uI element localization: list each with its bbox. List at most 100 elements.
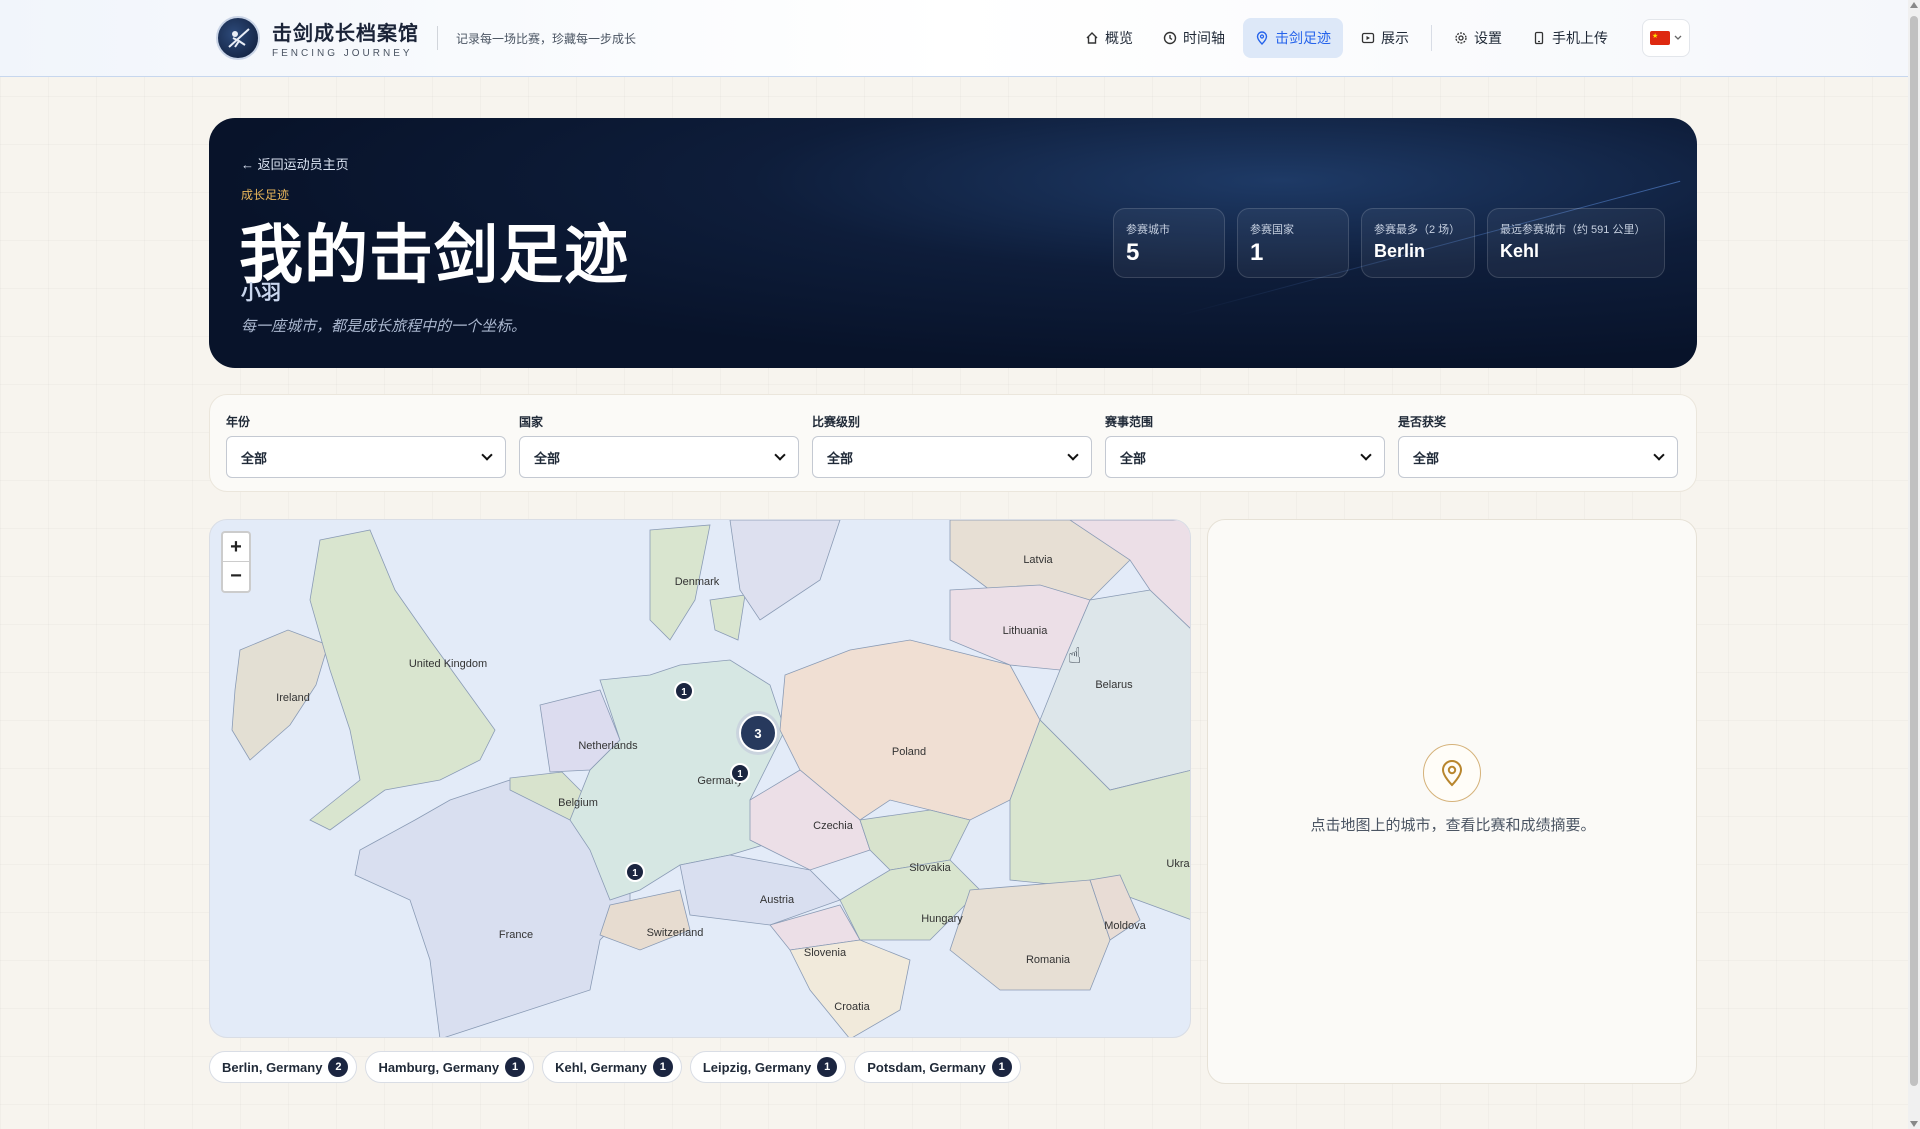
zoom-in-button[interactable]: + bbox=[223, 533, 249, 562]
map-pin-icon bbox=[1256, 31, 1268, 45]
filter-country: 国家 全部 bbox=[519, 413, 799, 478]
china-flag-icon bbox=[1650, 31, 1670, 45]
filter-panel: 年份 全部 国家 全部 比赛级别 全部 赛事范围 全部 是否获奖 全部 bbox=[209, 394, 1697, 492]
hero-description: 每一座城市，都是成长旅程中的一个坐标。 bbox=[241, 318, 527, 335]
city-detail-panel: 点击地图上的城市，查看比赛和成绩摘要。 bbox=[1207, 519, 1697, 1084]
map-canvas: Latvia Denmark Lithuania United Kingdom … bbox=[231, 520, 1190, 1037]
city-count-badge: 2 bbox=[328, 1057, 349, 1077]
marker-hamburg[interactable]: 1 bbox=[674, 681, 694, 701]
select-value: 全部 bbox=[1120, 450, 1147, 466]
select-value: 全部 bbox=[534, 450, 561, 466]
stat-card-farthest-city: 最远参赛城市（约 591 公里） Kehl bbox=[1487, 208, 1665, 278]
city-name: Kehl, Germany bbox=[555, 1059, 647, 1075]
main-nav: 概览 时间轴 击剑足迹 展示 设置 手机上传 bbox=[1073, 18, 1690, 58]
city-chip[interactable]: Potsdam, Germany 1 bbox=[854, 1051, 1021, 1083]
stat-card-countries: 参赛国家 1 bbox=[1237, 208, 1349, 278]
city-name: Leipzig, Germany bbox=[702, 1059, 812, 1075]
nav-footprint[interactable]: 击剑足迹 bbox=[1243, 18, 1343, 58]
page-title: 我的击剑足迹 bbox=[239, 219, 629, 291]
chevron-down-icon bbox=[1360, 449, 1372, 461]
year-select[interactable]: 全部 bbox=[226, 436, 506, 478]
nav-settings[interactable]: 设置 bbox=[1442, 18, 1514, 58]
hero-banner: ← 返回运动员主页 成长足迹 我的击剑足迹 小羽 每一座城市，都是成长旅程中的一… bbox=[209, 118, 1697, 368]
level-select[interactable]: 全部 bbox=[812, 436, 1092, 478]
nav-label: 手机上传 bbox=[1552, 30, 1608, 46]
country-label: Switzerland bbox=[647, 927, 704, 939]
select-value: 全部 bbox=[827, 450, 854, 466]
nav-label: 设置 bbox=[1474, 30, 1502, 46]
city-count-badge: 1 bbox=[991, 1057, 1012, 1077]
play-icon bbox=[1361, 32, 1375, 44]
filter-scope: 赛事范围 全部 bbox=[1105, 413, 1385, 478]
country-label: France bbox=[499, 929, 533, 941]
filter-label: 是否获奖 bbox=[1398, 415, 1447, 429]
nav-overview[interactable]: 概览 bbox=[1073, 18, 1145, 58]
country-label: Belgium bbox=[558, 797, 598, 809]
filter-label: 比赛级别 bbox=[812, 415, 861, 429]
marker-cluster-berlin[interactable]: 3 bbox=[736, 711, 780, 755]
city-name: Berlin, Germany bbox=[222, 1059, 323, 1075]
scroll-up-icon[interactable] bbox=[1910, 2, 1918, 8]
brand[interactable]: 击剑成长档案馆 FENCING JOURNEY 记录每一场比赛，珍藏每一步成长 bbox=[216, 16, 636, 60]
stats-row: 参赛城市 5 参赛国家 1 参赛最多（2 场） Berlin 最远参赛城市（约 … bbox=[1113, 208, 1665, 278]
back-to-athlete-link[interactable]: ← 返回运动员主页 bbox=[241, 154, 349, 173]
city-chip[interactable]: Leipzig, Germany 1 bbox=[689, 1051, 847, 1083]
divider bbox=[437, 26, 438, 50]
chevron-down-icon bbox=[774, 449, 786, 461]
city-chip[interactable]: Berlin, Germany 2 bbox=[209, 1051, 358, 1083]
city-chip-list: Berlin, Germany 2 Hamburg, Germany 1 Kehl,… bbox=[209, 1051, 1021, 1083]
map-pin-icon bbox=[1423, 744, 1481, 802]
nav-label: 展示 bbox=[1381, 30, 1409, 46]
zoom-out-button[interactable]: − bbox=[223, 562, 249, 591]
stat-value: 1 bbox=[1250, 239, 1264, 266]
country-label: Poland bbox=[892, 746, 926, 758]
city-count-badge: 1 bbox=[817, 1057, 838, 1077]
marker-count: 1 bbox=[737, 769, 743, 780]
scroll-down-icon[interactable] bbox=[1910, 1121, 1918, 1127]
divider bbox=[1431, 25, 1432, 51]
city-chip[interactable]: Hamburg, Germany 1 bbox=[365, 1051, 535, 1083]
zoom-controls: + − bbox=[221, 531, 251, 593]
country-label: Slovenia bbox=[804, 947, 847, 959]
chevron-down-icon bbox=[1653, 449, 1665, 461]
country-label: United Kingdom bbox=[409, 658, 487, 670]
country-label: Austria bbox=[760, 894, 795, 906]
scroll-thumb[interactable] bbox=[1910, 16, 1918, 1086]
scope-select[interactable]: 全部 bbox=[1105, 436, 1385, 478]
country-label: Belarus bbox=[1095, 679, 1133, 691]
stat-value: Kehl bbox=[1500, 241, 1540, 261]
country-romania bbox=[949, 879, 1111, 991]
nav-label: 击剑足迹 bbox=[1275, 30, 1331, 46]
top-navigation-bar: 击剑成长档案馆 FENCING JOURNEY 记录每一场比赛，珍藏每一步成长 … bbox=[0, 0, 1908, 77]
nav-label: 时间轴 bbox=[1183, 30, 1225, 46]
country-label: Netherlands bbox=[578, 740, 638, 752]
marker-count: 1 bbox=[681, 687, 687, 698]
country-label: Czechia bbox=[813, 820, 854, 832]
nav-label: 概览 bbox=[1105, 30, 1133, 46]
country-select[interactable]: 全部 bbox=[519, 436, 799, 478]
city-name: Hamburg, Germany bbox=[378, 1059, 500, 1075]
marker-kehl[interactable]: 1 bbox=[625, 862, 645, 882]
footprint-map[interactable]: + − Latvia Denmark Lithuania United King… bbox=[209, 519, 1191, 1038]
filter-year: 年份 全部 bbox=[226, 413, 506, 478]
filter-label: 年份 bbox=[226, 415, 251, 429]
fencer-logo-icon bbox=[216, 16, 260, 60]
marker-leipzig[interactable]: 1 bbox=[730, 763, 750, 783]
country-sweden bbox=[729, 520, 841, 621]
nav-timeline[interactable]: 时间轴 bbox=[1151, 18, 1237, 58]
city-name: Potsdam, Germany bbox=[867, 1059, 986, 1075]
country-label: Ukra bbox=[1166, 858, 1190, 870]
city-chip[interactable]: Kehl, Germany 1 bbox=[542, 1051, 682, 1083]
select-value: 全部 bbox=[241, 450, 268, 466]
nav-mobile-upload[interactable]: 手机上传 bbox=[1520, 18, 1620, 58]
filter-label: 赛事范围 bbox=[1105, 415, 1154, 429]
brand-subtitle: FENCING JOURNEY bbox=[272, 48, 413, 59]
chevron-down-icon bbox=[481, 449, 493, 461]
nav-showcase[interactable]: 展示 bbox=[1349, 18, 1421, 58]
clock-icon bbox=[1163, 31, 1177, 45]
scrollbar[interactable] bbox=[1908, 0, 1920, 1129]
marker-count: 1 bbox=[632, 868, 638, 879]
marker-count: 3 bbox=[754, 726, 761, 741]
language-selector[interactable] bbox=[1642, 19, 1690, 57]
award-select[interactable]: 全部 bbox=[1398, 436, 1678, 478]
